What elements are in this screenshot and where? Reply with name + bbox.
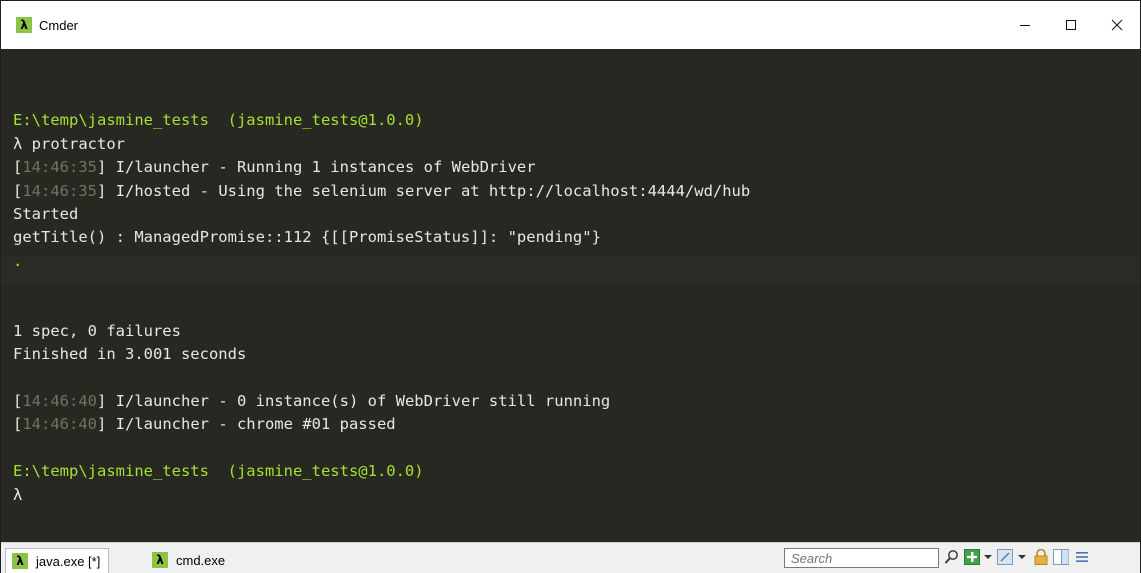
console-text: Started: [13, 204, 79, 223]
console-line: E:\temp\jasmine_tests (jasmine_tests@1.0…: [13, 460, 750, 483]
console-line: λ protractor: [13, 133, 750, 156]
console-text: 1 spec, 0 failures: [13, 321, 181, 340]
tab-java-exe[interactable]: λ java.exe [*]: [5, 548, 110, 573]
window-controls: [1002, 1, 1140, 49]
lambda-icon: λ: [12, 553, 28, 569]
console-text: ] I/launcher - 0 instance(s) of WebDrive…: [97, 392, 611, 411]
console-text: getTitle() : ManagedPromise::112 {[[Prom…: [13, 228, 601, 247]
console-text: λ protractor: [13, 134, 125, 153]
new-console-icon[interactable]: [964, 549, 980, 565]
lambda-icon: λ: [152, 552, 168, 568]
split-view-icon[interactable]: [1053, 549, 1069, 565]
console-text: ] I/launcher - Running 1 instances of We…: [97, 158, 536, 177]
console-text: [: [13, 181, 23, 200]
close-button[interactable]: [1094, 1, 1140, 49]
console-line: Finished in 3.001 seconds: [13, 343, 750, 366]
console-text: [: [13, 415, 23, 434]
prompt-path: E:\temp\jasmine_tests (jasmine_tests@1.0…: [13, 462, 424, 481]
console-line: [14:46:35] I/hosted - Using the selenium…: [13, 180, 750, 203]
close-icon: [1111, 19, 1123, 31]
console-text: λ: [13, 485, 23, 504]
cmder-window: λ Cmder E:\temp\jasmine_tests (jasmine_t…: [0, 0, 1141, 573]
tab-label: cmd.exe: [176, 552, 226, 568]
maximize-icon: [1066, 20, 1076, 30]
lock-icon[interactable]: [1033, 549, 1049, 565]
minimize-button[interactable]: [1002, 1, 1048, 49]
console-line: [14:46:35] I/launcher - Running 1 instan…: [13, 156, 750, 179]
dropdown-icon[interactable]: [1017, 549, 1027, 565]
search-box[interactable]: [784, 548, 939, 568]
console-line: E:\temp\jasmine_tests (jasmine_tests@1.0…: [13, 109, 750, 132]
search-icon[interactable]: [944, 549, 960, 565]
window-title: Cmder: [39, 17, 79, 33]
console-text: [: [13, 158, 23, 177]
tab-cmd-exe[interactable]: λ cmd.exe: [146, 548, 233, 572]
minimize-icon: [1020, 25, 1030, 26]
menu-icon[interactable]: [1074, 549, 1090, 565]
console-lines: E:\temp\jasmine_tests (jasmine_tests@1.0…: [13, 86, 750, 507]
maximize-button[interactable]: [1048, 1, 1094, 49]
console-line: [14:46:40] I/launcher - chrome #01 passe…: [13, 413, 750, 436]
title-bar[interactable]: λ Cmder: [1, 1, 1140, 49]
tab-label: java.exe [*]: [36, 553, 101, 569]
dropdown-icon[interactable]: [983, 549, 993, 565]
console-line: 1 spec, 0 failures: [13, 320, 750, 343]
console-text: ] I/launcher - chrome #01 passed: [97, 415, 396, 434]
timestamp: 14:46:40: [22, 392, 97, 411]
console-line: getTitle() : ManagedPromise::112 {[[Prom…: [13, 226, 750, 249]
prompt-path: E:\temp\jasmine_tests (jasmine_tests@1.0…: [13, 111, 424, 130]
console-line: [14:46:40] I/launcher - 0 instance(s) of…: [13, 390, 750, 413]
console-text: Finished in 3.001 seconds: [13, 345, 247, 364]
console-text: ] I/hosted - Using the selenium server a…: [97, 181, 751, 200]
timestamp: 14:46:35: [22, 181, 97, 200]
timestamp: 14:46:35: [22, 158, 97, 177]
console-text: .: [13, 251, 23, 270]
console-output[interactable]: E:\temp\jasmine_tests (jasmine_tests@1.0…: [1, 49, 1140, 542]
console-line: λ: [13, 484, 750, 507]
restore-icon[interactable]: [997, 549, 1013, 565]
lambda-icon: λ: [16, 17, 32, 33]
status-bar: λ java.exe [*] λ cmd.exe: [1, 542, 1140, 573]
timestamp: 14:46:40: [22, 415, 97, 434]
console-line: Started: [13, 203, 750, 226]
search-input[interactable]: [785, 549, 938, 567]
console-line: .: [13, 250, 750, 273]
console-text: [: [13, 392, 23, 411]
